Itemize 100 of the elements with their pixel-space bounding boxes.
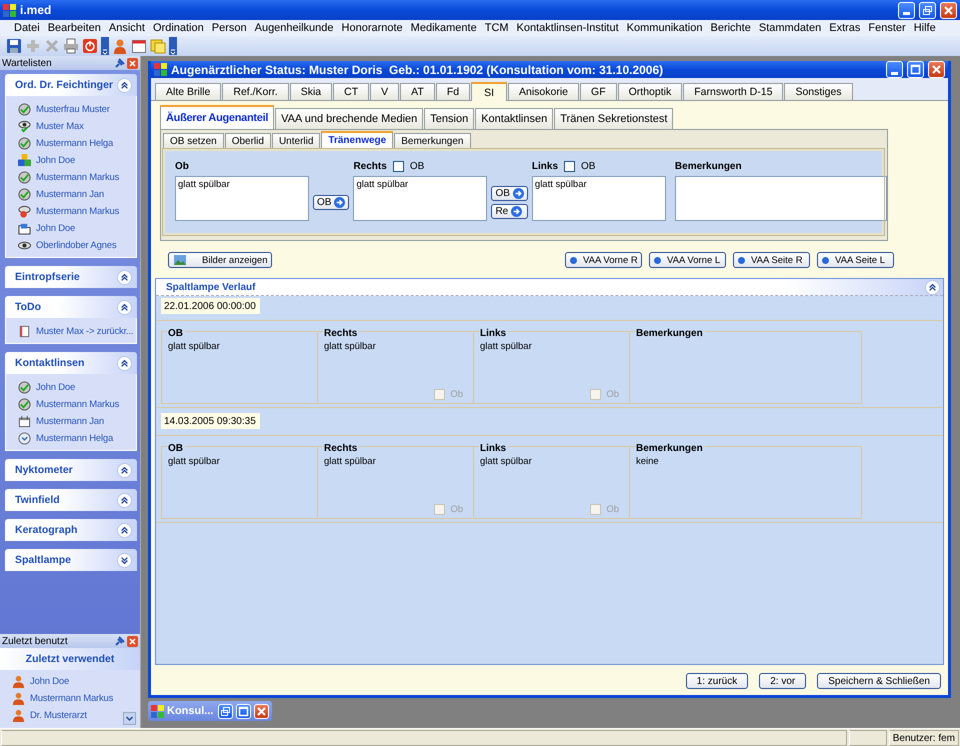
menu-item[interactable]: Honorarnote	[338, 22, 407, 34]
expand-button[interactable]	[117, 552, 132, 568]
menu-item[interactable]: Stammdaten	[754, 22, 826, 34]
collapse-button[interactable]	[925, 280, 940, 294]
tab[interactable]: Skia	[290, 83, 332, 100]
checkbox[interactable]	[392, 160, 404, 172]
tab[interactable]: Ref./Korr.	[222, 83, 289, 100]
menu-item[interactable]: Extras	[825, 22, 864, 34]
close-button[interactable]	[928, 61, 945, 78]
close-button[interactable]	[254, 704, 269, 718]
tab[interactable]: Orthoptik	[618, 83, 682, 100]
overflow-icon[interactable]	[101, 37, 109, 55]
collapse-button[interactable]	[117, 492, 132, 508]
tab[interactable]: AT	[400, 83, 435, 100]
calendar-icon[interactable]	[131, 38, 147, 54]
collapse-button[interactable]	[117, 300, 132, 314]
checkbox[interactable]	[564, 160, 576, 172]
patient-link[interactable]: Mustermann Markus	[36, 206, 120, 217]
patient-link[interactable]: Dr. Musterarzt	[30, 710, 87, 721]
patient-link[interactable]: Mustermann Helga	[36, 138, 114, 149]
tab[interactable]: Äußerer Augenanteil	[160, 105, 274, 129]
patient-link[interactable]: Oberlindober Agnes	[36, 240, 116, 251]
nav-button[interactable]: 2: vor	[759, 673, 806, 689]
maximize-button[interactable]	[236, 704, 251, 718]
patient-link[interactable]: Musterfrau Muster	[36, 104, 110, 115]
patient-link[interactable]: John Doe	[30, 676, 70, 687]
minimize-button[interactable]	[898, 2, 915, 18]
image-button[interactable]: VAA Vorne L	[649, 252, 726, 268]
tab[interactable]: GF	[580, 83, 617, 100]
menu-item[interactable]: Fenster	[864, 22, 910, 34]
close-icon[interactable]	[127, 58, 138, 68]
tab[interactable]: Tränen Sekretionstest	[554, 108, 674, 129]
tab[interactable]: Kontaktlinsen	[475, 108, 554, 129]
tab[interactable]: CT	[333, 83, 370, 100]
restore-button[interactable]	[218, 704, 233, 718]
collapse-button[interactable]	[117, 522, 132, 538]
menu-item[interactable]: TCM	[480, 22, 513, 34]
nav-button[interactable]: Speichern & Schließen	[817, 673, 941, 689]
menu-item[interactable]: Hilfe	[910, 22, 940, 34]
patient-link[interactable]: John Doe	[36, 155, 76, 166]
patient-link[interactable]: John Doe	[36, 223, 76, 234]
patient-link[interactable]: Mustermann Jan	[36, 189, 104, 200]
tab[interactable]: Bemerkungen	[394, 133, 470, 148]
tab[interactable]: VAA und brechende Medien	[275, 108, 424, 129]
image-button[interactable]: VAA Seite R	[733, 252, 810, 268]
tab[interactable]: Oberlid	[224, 133, 271, 148]
save-icon[interactable]	[6, 38, 22, 54]
patient-link[interactable]: Mustermann Markus	[36, 399, 120, 410]
menu-item[interactable]: Kontaktlinsen-Institut	[512, 22, 623, 34]
text-field[interactable]: glatt spülbar	[353, 176, 488, 221]
patient-link[interactable]: Muster Max -> zurückr...	[36, 326, 134, 337]
show-images-button[interactable]: Bilder anzeigen	[168, 252, 272, 268]
tab[interactable]: OB setzen	[163, 133, 224, 148]
scroll-down-icon[interactable]	[123, 712, 136, 725]
collapse-button[interactable]	[117, 356, 132, 370]
pin-icon[interactable]	[114, 636, 125, 646]
pin-icon[interactable]	[114, 58, 125, 68]
text-field[interactable]: glatt spülbar	[175, 176, 309, 221]
tab[interactable]: Fd	[436, 83, 470, 100]
print-icon[interactable]	[63, 38, 79, 54]
collapse-button[interactable]	[117, 270, 132, 284]
patient-link[interactable]: Mustermann Helga	[36, 433, 114, 444]
power-icon[interactable]	[82, 38, 98, 54]
patient-link[interactable]: Muster Max	[36, 121, 84, 132]
copy-button[interactable]: OB	[313, 195, 350, 210]
collapse-button[interactable]	[117, 78, 132, 92]
menu-item[interactable]: Kommunikation	[622, 22, 706, 34]
patient-link[interactable]: Mustermann Markus	[36, 172, 120, 183]
collapse-button[interactable]	[117, 462, 132, 478]
overflow-icon[interactable]	[169, 37, 177, 55]
menu-item[interactable]: Datei	[10, 22, 44, 34]
tab[interactable]: V	[370, 83, 400, 100]
restore-button[interactable]	[919, 2, 936, 18]
tab[interactable]: Alte Brille	[155, 83, 222, 100]
copy-button[interactable]: Re	[491, 204, 528, 219]
menu-item[interactable]: Bearbeiten	[44, 22, 105, 34]
text-field[interactable]: glatt spülbar	[532, 176, 666, 221]
menu-item[interactable]: Person	[208, 22, 251, 34]
nav-button[interactable]: 1: zurück	[686, 673, 748, 689]
text-field[interactable]	[674, 176, 887, 221]
patient-link[interactable]: John Doe	[36, 382, 76, 393]
patient-link[interactable]: Mustermann Markus	[30, 693, 114, 704]
copy-button[interactable]: OB	[491, 186, 528, 201]
menu-item[interactable]: Augenheilkunde	[250, 22, 338, 34]
menu-item[interactable]: Ansicht	[104, 22, 149, 34]
tab[interactable]: Anisokorie	[508, 83, 580, 100]
close-icon[interactable]	[127, 636, 138, 646]
tab[interactable]: SI	[471, 82, 507, 101]
menu-item[interactable]: Berichte	[706, 22, 755, 34]
person-icon[interactable]	[112, 38, 128, 54]
tab[interactable]: Farnsworth D-15	[683, 83, 784, 100]
maximize-button[interactable]	[907, 61, 924, 78]
menu-item[interactable]: Medikamente	[406, 22, 481, 34]
image-button[interactable]: VAA Vorne R	[565, 252, 642, 268]
tab[interactable]: Sonstiges	[784, 83, 853, 100]
image-button[interactable]: VAA Seite L	[817, 252, 894, 268]
close-button[interactable]	[940, 2, 957, 18]
tab[interactable]: Unterlid	[272, 133, 320, 148]
menu-item[interactable]: Ordination	[148, 22, 208, 34]
patient-link[interactable]: Mustermann Jan	[36, 416, 104, 427]
